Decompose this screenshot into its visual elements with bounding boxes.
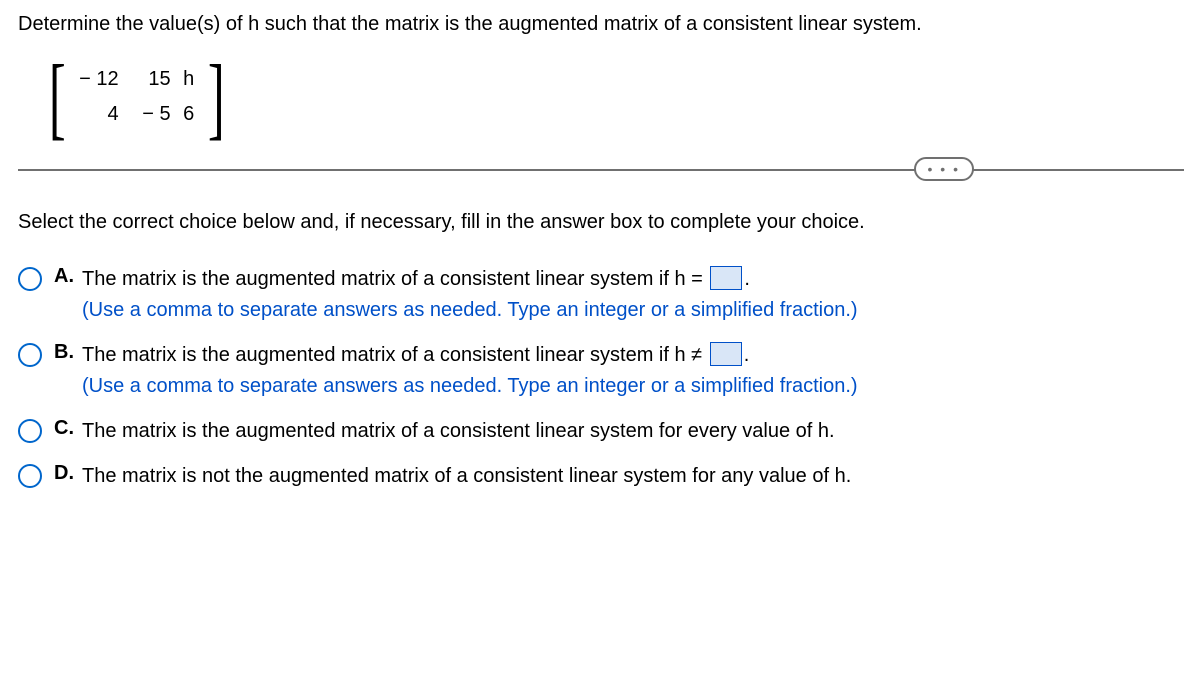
- matrix-cell-2-1: 4: [69, 97, 121, 132]
- matrix-body: − 12 15 h 4 − 5 6: [65, 56, 209, 138]
- select-instruction: Select the correct choice below and, if …: [18, 211, 1184, 234]
- choice-c: C. The matrix is the augmented matrix of…: [18, 416, 1184, 447]
- choice-b: B. The matrix is the augmented matrix of…: [18, 340, 1184, 402]
- choice-d-text: The matrix is not the augmented matrix o…: [82, 465, 851, 487]
- choice-b-text: The matrix is the augmented matrix of a …: [82, 344, 702, 366]
- question-text: Determine the value(s) of h such that th…: [18, 10, 1184, 38]
- choice-body-c: The matrix is the augmented matrix of a …: [82, 416, 1184, 447]
- choice-a: A. The matrix is the augmented matrix of…: [18, 264, 1184, 326]
- choice-b-hint: (Use a comma to separate answers as need…: [82, 375, 858, 397]
- matrix-row-2: 4 − 5 6: [69, 97, 205, 132]
- matrix-row-1: − 12 15 h: [69, 62, 205, 97]
- matrix-cell-2-2: − 5: [121, 97, 173, 132]
- radio-c[interactable]: [18, 419, 42, 443]
- choice-label-b: B.: [54, 340, 82, 364]
- choice-label-a: A.: [54, 264, 82, 288]
- choice-d: D. The matrix is not the augmented matri…: [18, 461, 1184, 492]
- choice-c-text: The matrix is the augmented matrix of a …: [82, 420, 835, 442]
- choice-body-a: The matrix is the augmented matrix of a …: [82, 264, 1184, 326]
- choice-a-hint: (Use a comma to separate answers as need…: [82, 299, 858, 321]
- matrix-cell-1-3: h: [173, 62, 205, 97]
- left-bracket-icon: [: [49, 56, 66, 139]
- choice-body-d: The matrix is not the augmented matrix o…: [82, 461, 1184, 492]
- more-options-button[interactable]: • • •: [914, 157, 974, 181]
- radio-b[interactable]: [18, 343, 42, 367]
- choice-body-b: The matrix is the augmented matrix of a …: [82, 340, 1184, 402]
- section-divider: • • •: [18, 169, 1184, 171]
- answer-input-a[interactable]: [710, 266, 742, 290]
- answer-input-b[interactable]: [710, 342, 742, 366]
- matrix-cell-1-1: − 12: [69, 62, 121, 97]
- choice-label-c: C.: [54, 416, 82, 440]
- radio-d[interactable]: [18, 464, 42, 488]
- matrix-cell-1-2: 15: [121, 62, 173, 97]
- augmented-matrix: [ − 12 15 h 4 − 5 6 ]: [42, 56, 1184, 139]
- right-bracket-icon: ]: [208, 56, 225, 139]
- choice-a-period: .: [744, 268, 750, 290]
- radio-a[interactable]: [18, 267, 42, 291]
- matrix-cell-2-3: 6: [173, 97, 205, 132]
- choice-label-d: D.: [54, 461, 82, 485]
- choice-b-period: .: [744, 344, 750, 366]
- choice-a-text: The matrix is the augmented matrix of a …: [82, 268, 703, 290]
